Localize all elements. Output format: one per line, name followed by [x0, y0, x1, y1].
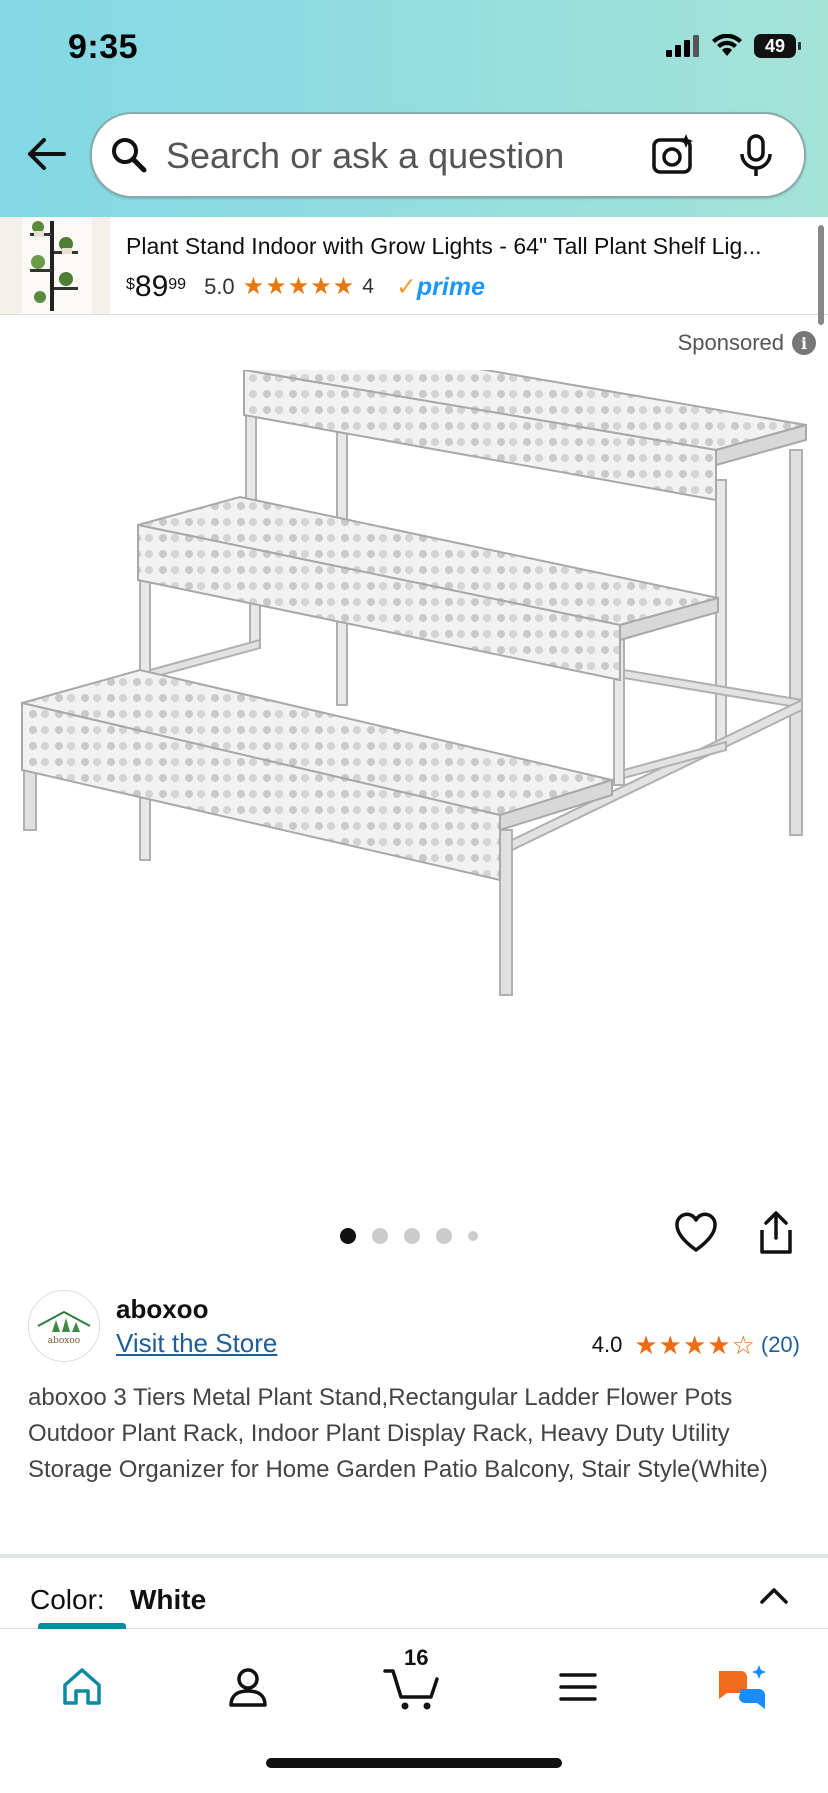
home-icon [63, 1668, 101, 1705]
battery-icon: 49 [754, 34, 801, 58]
ad-price: $8999 [126, 270, 187, 303]
prime-check-icon: ✓ [395, 273, 417, 301]
rating-stars: ★ ★ ★ ★ ☆ [634, 1332, 755, 1358]
brand-logo[interactable]: aboxoo [28, 1290, 100, 1362]
wishlist-heart-icon[interactable] [674, 1212, 718, 1254]
chevron-up-icon[interactable] [758, 1584, 790, 1606]
star-full-icon: ★ [242, 273, 265, 300]
battery-level: 49 [764, 35, 786, 56]
carousel-dot[interactable] [404, 1228, 420, 1244]
active-tab-indicator [38, 1623, 126, 1629]
svg-text:aboxoo: aboxoo [48, 1336, 80, 1346]
nav-menu[interactable] [548, 1657, 608, 1717]
signal-icon [666, 35, 699, 57]
menu-icon [559, 1673, 597, 1701]
nav-home[interactable] [52, 1657, 112, 1717]
sponsored-label[interactable]: Sponsored i [678, 330, 816, 356]
carousel-dot-active[interactable] [340, 1228, 356, 1244]
home-indicator[interactable] [266, 1758, 562, 1768]
search-icon [112, 138, 147, 173]
camera-search-icon[interactable] [650, 132, 696, 178]
brand-logo-image: aboxoo [37, 1310, 91, 1346]
star-full-icon: ★ [287, 273, 310, 300]
star-full-icon: ★ [682, 1330, 707, 1360]
bottom-navigation: 16 [0, 1623, 828, 1793]
rating-count-link[interactable]: (20) [761, 1332, 800, 1358]
product-rating[interactable]: 4.0 ★ ★ ★ ★ ☆ (20) [592, 1332, 800, 1358]
rating-value: 4.0 [591, 1332, 623, 1357]
status-icons: 49 [666, 34, 801, 58]
info-icon[interactable]: i [792, 331, 816, 355]
ad-rating-stars: ★ ★ ★ ★ ★ [243, 275, 355, 299]
star-full-icon: ★ [707, 1330, 731, 1360]
color-value[interactable]: White [130, 1584, 206, 1616]
scrollbar[interactable] [818, 225, 824, 325]
nav-cart[interactable]: 16 [382, 1645, 442, 1717]
product-title: aboxoo 3 Tiers Metal Plant Stand,Rectang… [28, 1384, 768, 1483]
ad-product-thumbnail [0, 217, 110, 314]
top-bar: 9:35 49 [0, 0, 828, 217]
search-input[interactable] [164, 114, 608, 198]
carousel-dot[interactable] [468, 1231, 478, 1241]
carousel-dot[interactable] [372, 1228, 388, 1244]
wifi-icon [712, 34, 742, 56]
assistant-chat-icon [719, 1665, 766, 1709]
search-box[interactable] [90, 112, 806, 198]
star-full-icon: ★ [310, 273, 332, 300]
star-full-icon: ★ [634, 1330, 658, 1360]
section-divider [0, 1554, 828, 1558]
ad-review-count: 4 [362, 275, 374, 298]
visit-store-link[interactable]: Visit the Store [116, 1328, 277, 1359]
brand-name: aboxoo [116, 1294, 209, 1324]
carousel-dots[interactable] [340, 1228, 478, 1244]
ad-rating-value: 5.0 [204, 274, 235, 299]
star-full-icon: ★ [265, 273, 287, 300]
color-label: Color: [30, 1584, 105, 1615]
user-icon [229, 1668, 267, 1707]
nav-rufus-assistant[interactable] [712, 1657, 772, 1717]
product-image[interactable] [0, 370, 828, 1150]
ad-details: $8999 5.0 ★ ★ ★ ★ ★ 4 ✓prime [126, 269, 485, 305]
microphone-icon[interactable] [736, 132, 776, 178]
sponsored-ad-banner[interactable]: Plant Stand Indoor with Grow Lights - 64… [0, 217, 828, 315]
carousel-dot[interactable] [436, 1228, 452, 1244]
nav-account[interactable] [218, 1657, 278, 1717]
status-time: 9:35 [68, 28, 139, 66]
share-icon[interactable] [756, 1210, 796, 1256]
cart-count: 16 [404, 1645, 429, 1670]
back-arrow-icon[interactable] [24, 132, 68, 176]
star-full-icon: ★ [332, 273, 355, 300]
star-empty-icon: ☆ [731, 1330, 755, 1360]
ad-title[interactable]: Plant Stand Indoor with Grow Lights - 64… [126, 233, 796, 260]
star-full-icon: ★ [658, 1330, 682, 1360]
prime-badge: ✓prime [395, 273, 485, 301]
